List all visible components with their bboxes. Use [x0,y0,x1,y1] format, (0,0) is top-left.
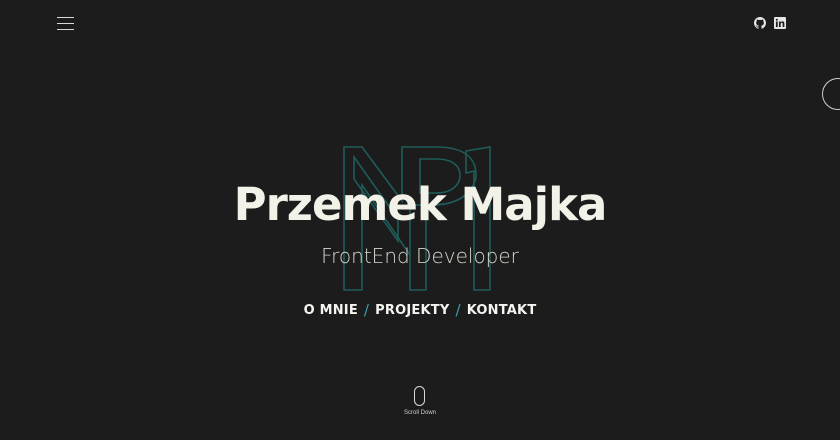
side-circle-button[interactable] [822,78,840,110]
hamburger-line [57,23,74,24]
hamburger-menu-icon[interactable] [57,16,74,30]
nav-link-kontakt[interactable]: KONTAKT [467,303,537,318]
hero-nav: O MNIE / PROJEKTY / KONTAKT [0,301,840,319]
scroll-down-label: Scroll Down [403,410,436,416]
nav-separator: / [455,301,461,319]
github-icon[interactable] [754,17,766,29]
hero-role: FrontEnd Developer [321,244,519,268]
nav-link-o-mnie[interactable]: O MNIE [304,303,358,318]
nav-link-projekty[interactable]: PROJEKTY [375,303,449,318]
mouse-scroll-icon[interactable] [414,386,425,406]
hamburger-line [57,17,74,18]
linkedin-icon[interactable] [774,17,786,29]
hamburger-line [57,29,74,30]
social-links [754,17,786,29]
hero-name: Przemek Majka [233,178,608,231]
nav-separator: / [363,301,370,319]
